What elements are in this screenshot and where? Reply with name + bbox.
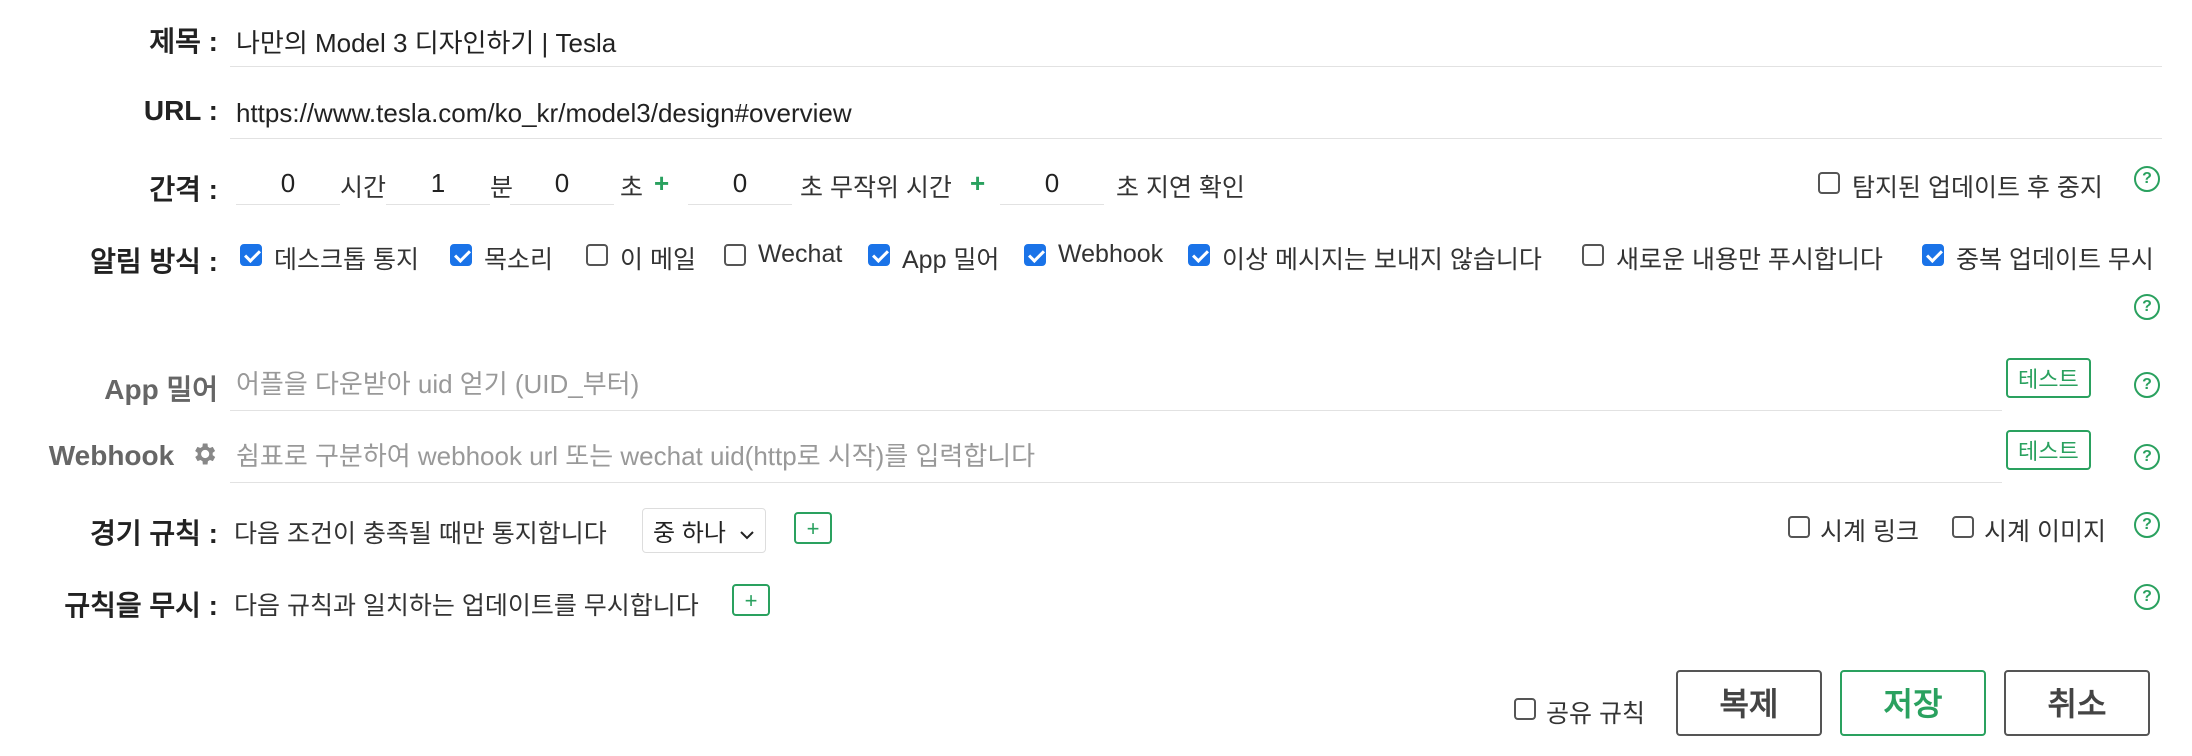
interval-label: 간격 : xyxy=(149,174,218,205)
notify-option-label: 이상 메시지는 보내지 않습니다 xyxy=(1222,246,1542,274)
app-push-help-icon[interactable]: ? xyxy=(2134,372,2160,398)
app-push-input[interactable] xyxy=(230,358,2002,411)
notify-option-checkbox[interactable] xyxy=(450,244,472,266)
stop-after-update-checkbox[interactable] xyxy=(1818,172,1840,194)
alert-rule-help-icon[interactable]: ? xyxy=(2134,512,2160,538)
notify-option-label: 목소리 xyxy=(484,246,554,274)
app-push-label: App 밀어 xyxy=(104,374,218,405)
notify-option-label: 중복 업데이트 무시 xyxy=(1956,246,2154,274)
notify-option-label: Wechat xyxy=(758,240,843,268)
seconds-input[interactable] xyxy=(510,162,614,205)
minutes-input[interactable] xyxy=(386,162,490,205)
webhook-input[interactable] xyxy=(230,430,2002,483)
match-select-value: 중 하나 xyxy=(653,520,726,547)
notify-option-label: 이 메일 xyxy=(620,246,696,274)
notify-help-icon[interactable]: ? xyxy=(2134,294,2160,320)
plus-sign-1: + xyxy=(654,168,670,198)
webhook-test-button[interactable]: 테스트 xyxy=(2006,430,2091,470)
delay-unit: 초 지연 확인 xyxy=(1116,174,1245,202)
random-unit: 초 무작위 시간 xyxy=(800,174,952,202)
notify-option-label: App 밀어 xyxy=(902,246,1000,274)
notify-option-checkbox[interactable] xyxy=(240,244,262,266)
hours-unit: 시간 xyxy=(340,174,387,202)
ignore-rule-help-icon[interactable]: ? xyxy=(2134,584,2160,610)
gear-icon[interactable] xyxy=(190,440,218,475)
notify-label: 알림 방식 : xyxy=(90,246,218,277)
notify-option-checkbox[interactable] xyxy=(724,244,746,266)
save-button[interactable]: 저장 xyxy=(1840,670,1986,736)
hours-input[interactable] xyxy=(236,162,340,205)
watch-image-label: 시계 이미지 xyxy=(1984,518,2106,546)
alert-rule-label: 경기 규칙 : xyxy=(90,518,218,549)
notify-option-label: 데스크톱 통지 xyxy=(274,246,419,274)
notify-option-checkbox[interactable] xyxy=(1922,244,1944,266)
notify-option-checkbox[interactable] xyxy=(1188,244,1210,266)
ignore-rule-text: 다음 규칙과 일치하는 업데이트를 무시합니다 xyxy=(234,592,699,620)
delay-seconds-input[interactable] xyxy=(1000,162,1104,205)
url-label: URL : xyxy=(143,95,218,126)
plus-sign-2: + xyxy=(970,168,986,198)
webhook-label: Webhook xyxy=(49,440,218,475)
match-select[interactable]: 중 하나 xyxy=(642,508,766,553)
notify-option-label: 새로운 내용만 푸시합니다 xyxy=(1616,246,1883,274)
notify-option-checkbox[interactable] xyxy=(868,244,890,266)
chevron-down-icon xyxy=(739,520,755,548)
copy-button[interactable]: 복제 xyxy=(1676,670,1822,736)
alert-rule-text: 다음 조건이 충족될 때만 통지합니다 xyxy=(234,520,607,548)
share-rule-checkbox[interactable] xyxy=(1514,698,1536,720)
add-alert-rule-button[interactable]: + xyxy=(794,512,832,544)
webhook-help-icon[interactable]: ? xyxy=(2134,444,2160,470)
watch-image-checkbox[interactable] xyxy=(1952,516,1974,538)
watch-link-label: 시계 링크 xyxy=(1820,518,1919,546)
share-rule-label: 공유 규칙 xyxy=(1546,700,1645,728)
title-input[interactable] xyxy=(230,16,2162,67)
stop-after-update-label: 탐지된 업데이트 후 중지 xyxy=(1852,174,2103,202)
add-ignore-rule-button[interactable]: + xyxy=(732,584,770,616)
notify-option-label: Webhook xyxy=(1058,240,1164,268)
title-label: 제목 : xyxy=(149,26,218,57)
notify-option-checkbox[interactable] xyxy=(586,244,608,266)
cancel-button[interactable]: 취소 xyxy=(2004,670,2150,736)
app-push-test-button[interactable]: 테스트 xyxy=(2006,358,2091,398)
notify-option-checkbox[interactable] xyxy=(1024,244,1046,266)
ignore-rule-label: 규칙을 무시 : xyxy=(64,590,218,621)
random-seconds-input[interactable] xyxy=(688,162,792,205)
notify-option-checkbox[interactable] xyxy=(1582,244,1604,266)
watch-link-checkbox[interactable] xyxy=(1788,516,1810,538)
webhook-label-text: Webhook xyxy=(48,440,175,471)
url-input[interactable] xyxy=(230,88,2162,139)
seconds-unit: 초 xyxy=(620,174,644,202)
interval-help-icon[interactable]: ? xyxy=(2134,166,2160,192)
